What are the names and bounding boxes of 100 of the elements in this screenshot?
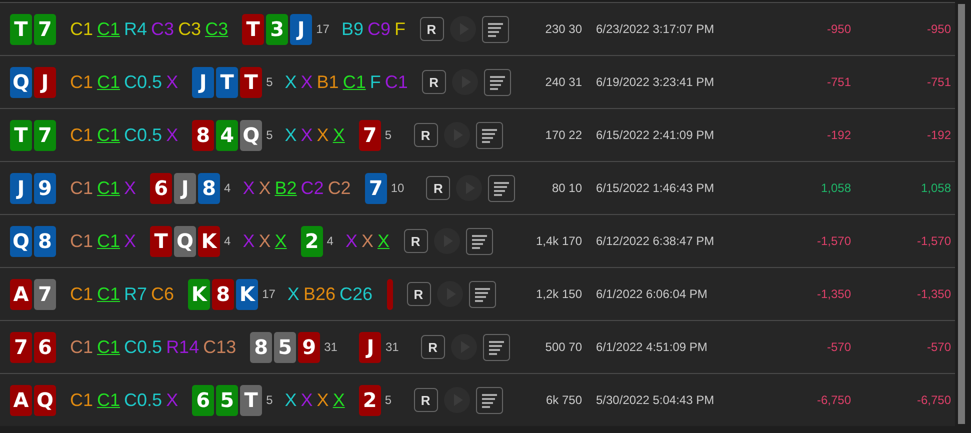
action-label: X bbox=[284, 72, 297, 92]
action-label: C0.5 bbox=[124, 336, 162, 358]
action-label: R7 bbox=[124, 284, 148, 304]
action-label: X bbox=[316, 390, 329, 410]
result-amount: -751 bbox=[826, 75, 851, 89]
action-label: X bbox=[316, 124, 329, 146]
action-label: C1 bbox=[97, 178, 120, 198]
action-label: C1 bbox=[97, 18, 120, 40]
replay-button[interactable]: R bbox=[414, 123, 438, 147]
action-label: C1 bbox=[97, 284, 120, 304]
result-amount: -6,750 bbox=[916, 393, 951, 407]
result-amount: -751 bbox=[926, 75, 951, 89]
action-label: C1 bbox=[70, 390, 94, 410]
action-label: C9 bbox=[367, 18, 390, 40]
replay-button[interactable]: R bbox=[426, 176, 450, 200]
replay-button[interactable]: R bbox=[422, 70, 446, 94]
pot-size: 17 bbox=[316, 22, 330, 36]
action-label: F bbox=[394, 18, 406, 40]
playing-card: 7 bbox=[364, 172, 387, 204]
action-label: C1 bbox=[70, 72, 94, 92]
playing-card: T bbox=[242, 14, 264, 44]
playing-card: Q bbox=[174, 226, 196, 256]
replay-button[interactable]: R bbox=[404, 229, 428, 253]
date-text: 6/23/2022 3:17:07 PM bbox=[596, 22, 716, 36]
date-text: 6/15/2022 2:41:09 PM bbox=[596, 128, 716, 142]
text-lines-icon[interactable] bbox=[468, 280, 496, 308]
playing-card: Q bbox=[34, 384, 56, 416]
text-lines-icon[interactable] bbox=[482, 16, 508, 42]
action-label: X bbox=[332, 390, 345, 410]
replay-button[interactable]: R bbox=[420, 335, 445, 359]
text-lines-icon[interactable] bbox=[482, 334, 510, 360]
pot-size: 5 bbox=[384, 393, 392, 407]
replay-button[interactable]: R bbox=[414, 388, 438, 412]
replay-button[interactable]: R bbox=[420, 17, 444, 41]
action-label: C1 bbox=[384, 72, 408, 92]
scrollbar[interactable] bbox=[958, 4, 965, 424]
text-lines-icon[interactable] bbox=[476, 122, 503, 148]
action-label: C1 bbox=[97, 336, 120, 358]
playing-card: K bbox=[188, 278, 210, 310]
stakes-text: 240 31 bbox=[544, 75, 582, 89]
action-label: C0.5 bbox=[124, 72, 162, 92]
replay-button[interactable]: R bbox=[406, 282, 430, 306]
result-amount: -1,350 bbox=[816, 287, 851, 301]
playing-card: 8 bbox=[250, 332, 272, 362]
action-label: X bbox=[166, 124, 178, 146]
action-label: X bbox=[345, 230, 358, 252]
action-label: X bbox=[378, 230, 390, 252]
pot-size: 4 bbox=[224, 181, 231, 195]
action-label: C1 bbox=[70, 284, 94, 304]
text-lines-icon[interactable] bbox=[484, 68, 511, 96]
stakes-text: 1,4k 170 bbox=[534, 234, 582, 248]
playing-card: 8 bbox=[212, 278, 234, 310]
pot-size: 5 bbox=[266, 128, 273, 142]
action-label: X bbox=[284, 124, 297, 146]
playing-card: 9 bbox=[34, 172, 56, 204]
stakes-text: 500 70 bbox=[544, 340, 582, 354]
result-amount: -570 bbox=[826, 340, 851, 354]
text-lines-icon[interactable] bbox=[466, 228, 493, 254]
action-label: F bbox=[370, 72, 381, 92]
playing-card: 8 bbox=[192, 120, 214, 150]
playing-card: 2 bbox=[358, 384, 381, 416]
action-label: C0.5 bbox=[124, 390, 162, 410]
action-label: X bbox=[300, 72, 313, 92]
playing-card: J bbox=[34, 66, 56, 98]
text-lines-icon[interactable] bbox=[488, 174, 516, 202]
result-amount: 1,058 bbox=[820, 181, 851, 195]
action-label: C2 bbox=[300, 178, 324, 198]
text-lines-icon[interactable] bbox=[476, 386, 503, 414]
result-amount: 1,058 bbox=[920, 181, 951, 195]
date-text: 5/30/2022 5:04:43 PM bbox=[596, 393, 716, 407]
playing-card: T bbox=[10, 14, 32, 44]
playing-card: 7 bbox=[358, 120, 381, 150]
playing-card: A bbox=[10, 278, 32, 310]
pot-size: 4 bbox=[224, 234, 231, 248]
playing-card: J bbox=[359, 332, 382, 362]
action-label: X bbox=[332, 124, 345, 146]
result-amount: -1,570 bbox=[816, 234, 851, 248]
playing-card: 7 bbox=[34, 14, 56, 44]
playing-card: 8 bbox=[198, 172, 220, 204]
pot-size: 10 bbox=[390, 181, 404, 195]
result-amount: -950 bbox=[926, 22, 951, 36]
action-label: X bbox=[258, 178, 271, 198]
playing-card: J bbox=[174, 172, 196, 204]
pot-size: 31 bbox=[385, 340, 399, 354]
playing-card: T bbox=[216, 66, 238, 98]
date-text: 6/19/2022 3:23:41 PM bbox=[596, 75, 716, 89]
playing-card: J bbox=[10, 172, 32, 204]
action-label: C1 bbox=[97, 230, 120, 252]
pot-size: 5 bbox=[384, 128, 392, 142]
playing-card: 5 bbox=[216, 384, 238, 416]
playing-card: K bbox=[236, 278, 258, 310]
playing-card: Q bbox=[10, 66, 32, 98]
stakes-text: 230 30 bbox=[544, 22, 582, 36]
playing-card: T bbox=[240, 66, 262, 98]
action-label: B2 bbox=[274, 178, 297, 198]
action-label: X bbox=[284, 390, 297, 410]
action-label: X bbox=[166, 72, 178, 92]
action-label: C1 bbox=[70, 18, 94, 40]
action-label: C1 bbox=[97, 72, 120, 92]
stakes-text: 170 22 bbox=[544, 128, 582, 142]
